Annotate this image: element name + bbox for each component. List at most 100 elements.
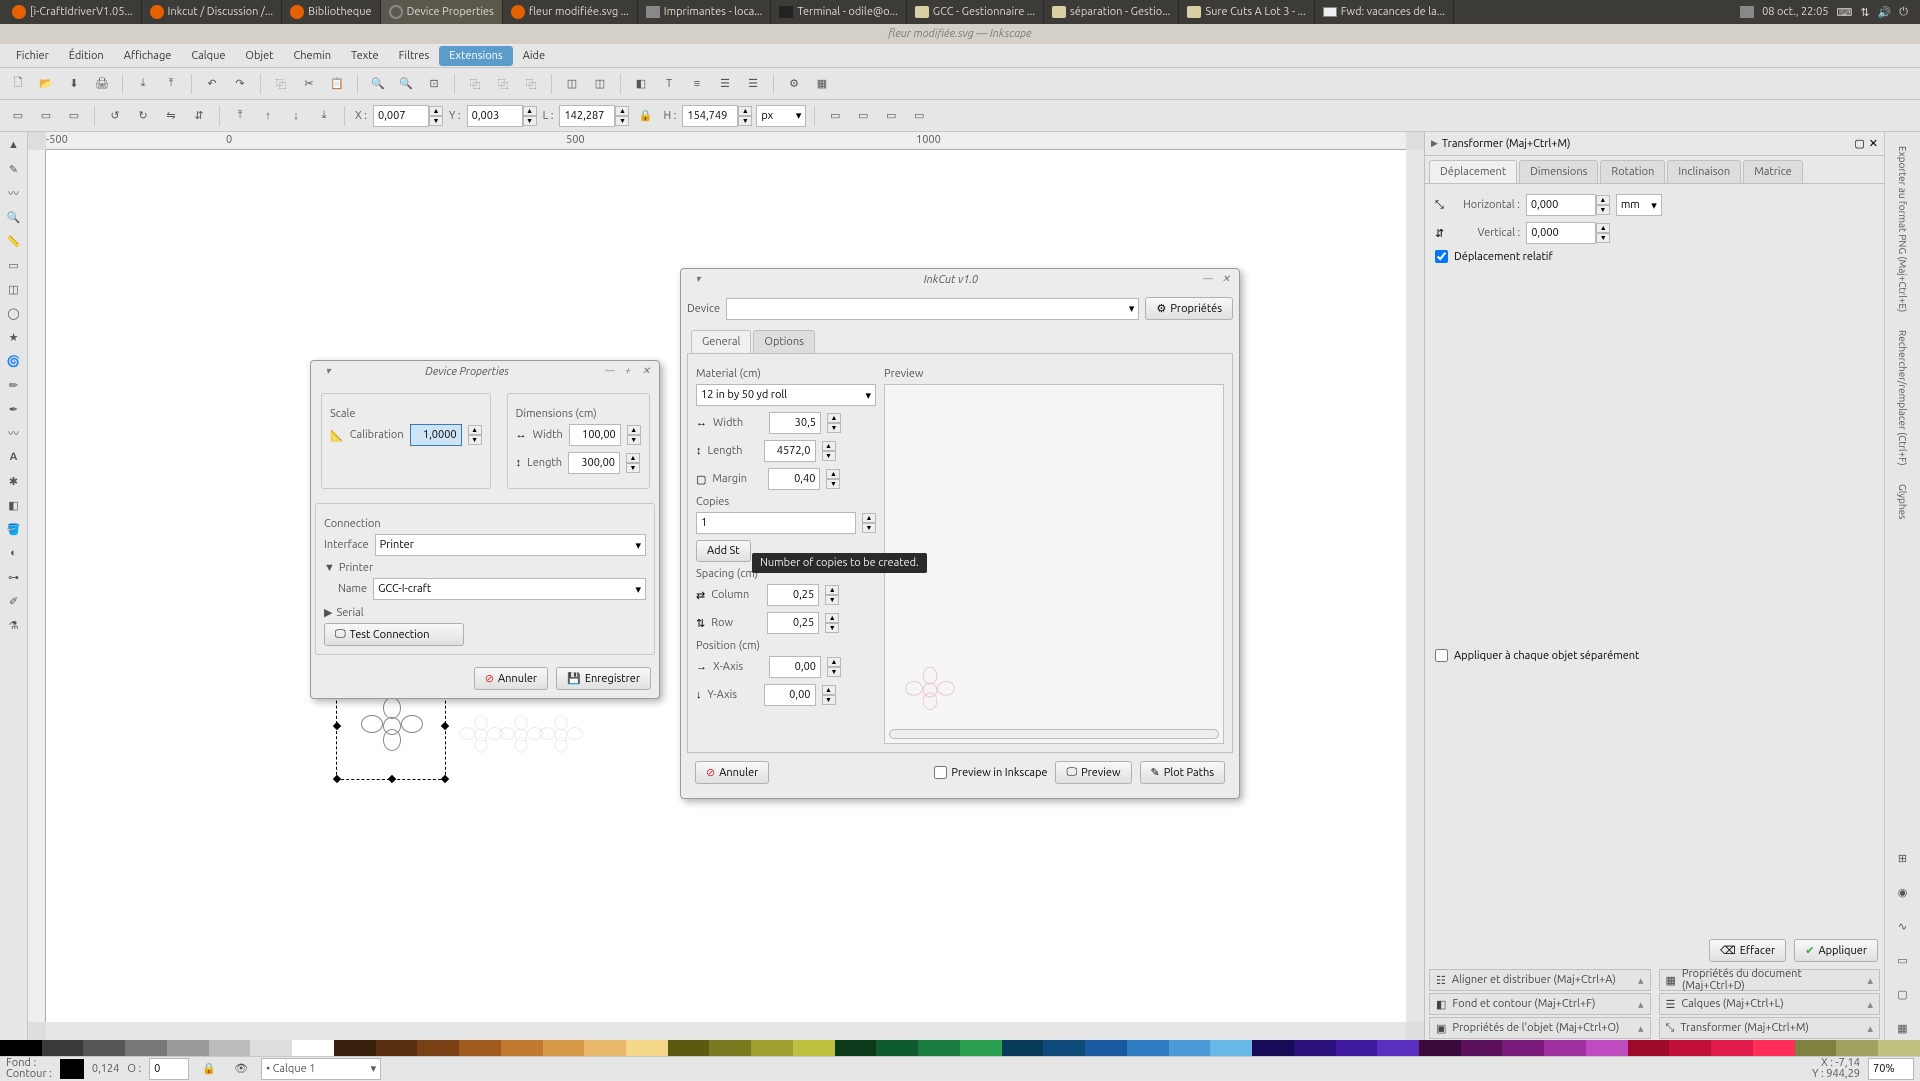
preferences-icon[interactable]: ⚙ [782,72,806,96]
color-swatch[interactable] [1586,1040,1628,1056]
unlink-icon[interactable]: ⿻ [519,72,543,96]
collapsed-fill[interactable]: ◧Fond et contour (Maj+Ctrl+F)▴ [1429,993,1651,1015]
y-spin[interactable]: ▲▼ [523,106,537,126]
close-icon[interactable]: ✕ [639,365,653,379]
new-file-icon[interactable]: 🗋 [6,72,30,96]
dialog-menu-icon[interactable]: ▾ [691,273,705,287]
color-swatch[interactable] [1461,1040,1503,1056]
w-input[interactable] [559,105,615,127]
unit-select[interactable]: mm▾ [1616,194,1662,216]
snap-path-icon[interactable]: ∿ [1891,914,1915,938]
stroke-swatch[interactable] [60,1059,84,1079]
color-swatch[interactable] [1377,1040,1419,1056]
color-swatch[interactable] [0,1040,42,1056]
color-swatch[interactable] [1419,1040,1461,1056]
color-swatch[interactable] [376,1040,418,1056]
3dbox-tool-icon[interactable]: ◫ [2,278,26,300]
eye-icon[interactable]: 👁 [229,1057,253,1081]
task-item[interactable]: séparation - Gestio... [1044,0,1179,24]
open-file-icon[interactable]: 📂 [34,72,58,96]
plot-paths-button[interactable]: ✎Plot Paths [1140,761,1225,784]
glyphs-tab[interactable]: Glyphes [1897,480,1908,523]
color-swatch[interactable] [1336,1040,1378,1056]
x-spin[interactable]: ▲▼ [827,657,841,677]
color-swatch[interactable] [501,1040,543,1056]
menu-affichage[interactable]: Affichage [114,46,182,66]
apply-button[interactable]: ✔Appliquer [1794,939,1878,962]
color-swatch[interactable] [1628,1040,1670,1056]
mat-length-spin[interactable]: ▲▼ [822,441,836,461]
print-icon[interactable]: 🖨 [90,72,114,96]
color-swatch[interactable] [793,1040,835,1056]
xml-icon[interactable]: ≡ [685,72,709,96]
task-item[interactable]: Terminal - odile@o... [771,0,906,24]
bucket-tool-icon[interactable]: 🪣 [2,518,26,540]
color-swatch[interactable] [1043,1040,1085,1056]
lower-bottom-icon[interactable]: ⤓ [312,104,336,128]
vertical-input[interactable] [1526,222,1596,244]
clear-button[interactable]: ⌫Effacer [1709,939,1786,962]
zoom-out-icon[interactable]: 🔍 [394,72,418,96]
color-swatch[interactable] [626,1040,668,1056]
color-swatch[interactable] [918,1040,960,1056]
zoom-tool-icon[interactable]: 🔍 [2,206,26,228]
snap-page-icon[interactable]: ▢ [1891,982,1915,1006]
color-swatch[interactable] [1002,1040,1044,1056]
collapse-icon[interactable]: ▶ [1431,138,1438,149]
text-icon[interactable]: T [657,72,681,96]
y-input[interactable] [467,105,523,127]
width-input[interactable] [569,424,621,446]
color-swatch[interactable] [334,1040,376,1056]
y-spin[interactable]: ▲▼ [822,685,836,705]
cancel-button[interactable]: ⊘Annuler [474,667,548,690]
length-input[interactable] [568,452,620,474]
margin-spin[interactable]: ▲▼ [826,469,840,489]
layers-icon[interactable]: ☰ [741,72,765,96]
task-item[interactable]: Imprimantes - loca... [638,0,772,24]
printer-name-select[interactable]: GCC-I-craft▾ [373,578,646,600]
zoom-input[interactable] [1868,1058,1914,1080]
minimize-icon[interactable]: — [1201,273,1215,287]
relative-checkbox[interactable] [1435,250,1448,263]
tweak-tool-icon[interactable]: 〰 [2,182,26,204]
layer-select[interactable]: • Calque 1▾ [261,1058,381,1080]
color-swatch[interactable] [1502,1040,1544,1056]
spiral-tool-icon[interactable]: 🌀 [2,350,26,372]
select-all-icon[interactable]: ▭ [6,104,30,128]
save-icon[interactable]: ⬇ [62,72,86,96]
ungroup-icon[interactable]: ◫ [588,72,612,96]
color-swatch[interactable] [1878,1040,1920,1056]
color-swatch[interactable] [1669,1040,1711,1056]
color-swatch[interactable] [1210,1040,1252,1056]
affect-scale-icon[interactable]: ▭ [851,104,875,128]
flip-h-icon[interactable]: ⇋ [159,104,183,128]
inkcut-cancel-button[interactable]: ⊘Annuler [695,761,769,784]
lpe-tool-icon[interactable]: ⚗ [2,614,26,636]
properties-button[interactable]: ⚙Propriétés [1145,297,1233,320]
tab-inclinaison[interactable]: Inclinaison [1667,160,1741,183]
device-select[interactable]: ▾ [726,298,1139,320]
color-swatch[interactable] [1294,1040,1336,1056]
serial-expander[interactable]: ▶Serial [324,606,646,619]
h-spin[interactable]: ▲▼ [1596,195,1610,215]
x-spin[interactable]: ▲▼ [429,106,443,126]
color-swatch[interactable] [1795,1040,1837,1056]
color-swatch[interactable] [584,1040,626,1056]
color-swatch[interactable] [751,1040,793,1056]
color-swatch[interactable] [83,1040,125,1056]
tab-matrice[interactable]: Matrice [1743,160,1803,183]
rotate-ccw-icon[interactable]: ↺ [103,104,127,128]
menu-filtres[interactable]: Filtres [389,46,440,66]
collapsed-layers[interactable]: ☰Calques (Maj+Ctrl+L)▴ [1659,993,1881,1015]
color-swatch[interactable] [668,1040,710,1056]
color-swatch[interactable] [1252,1040,1294,1056]
task-item[interactable]: Inkcut / Discussion /... [142,0,283,24]
star-tool-icon[interactable]: ★ [2,326,26,348]
tab-options[interactable]: Options [753,330,814,353]
color-swatch[interactable] [1085,1040,1127,1056]
row-spin[interactable]: ▲▼ [825,613,839,633]
color-swatch[interactable] [1711,1040,1753,1056]
snap-icon[interactable]: ⊞ [1891,846,1915,870]
apply-each-checkbox[interactable] [1435,649,1448,662]
snap-node-icon[interactable]: ◉ [1891,880,1915,904]
